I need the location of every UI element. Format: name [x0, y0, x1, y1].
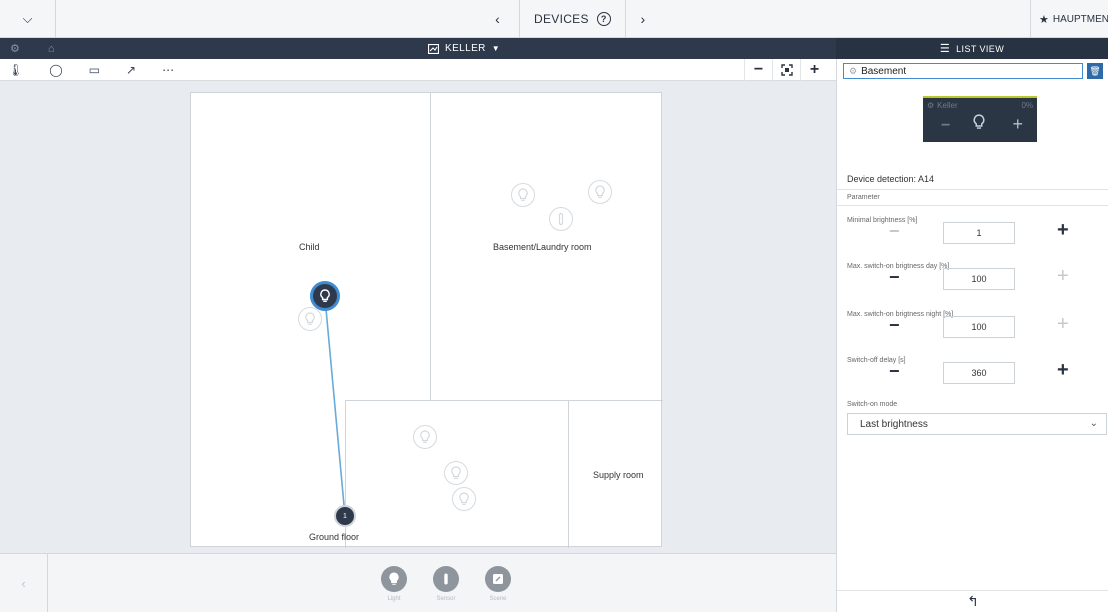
param-min-brightness: Minimal brightness [%] − 1 +: [847, 213, 1105, 253]
device-type-sensor[interactable]: Sensor: [430, 566, 462, 602]
chevron-down-icon: ⌄: [1089, 418, 1098, 429]
increase-button[interactable]: +: [1057, 313, 1069, 336]
device-type-light[interactable]: Light: [378, 566, 410, 602]
device-bulb-ghost[interactable]: [298, 307, 322, 331]
gear-icon: ⚙: [849, 65, 858, 76]
increase-button[interactable]: +: [1057, 359, 1069, 382]
tile-dim-down-button[interactable]: −: [941, 117, 950, 135]
param-switch-off-delay: Switch-off delay [s] − 360 +: [847, 353, 1105, 393]
bottom-bar: ‹ Light Sensor Scene: [0, 553, 836, 612]
star-icon: ★: [1039, 13, 1049, 26]
bulb-icon: [320, 289, 330, 302]
back-button[interactable]: ↰: [837, 590, 1108, 612]
chevron-left-icon[interactable]: ‹: [0, 554, 48, 612]
connection-line: [324, 297, 346, 517]
device-type-label: Sensor: [436, 596, 456, 602]
bulb-icon: [381, 566, 407, 592]
bulb-icon: [451, 466, 461, 479]
bulb-icon: [305, 312, 315, 325]
tile-percent: 0%: [1021, 101, 1033, 110]
favorite-button[interactable]: ★ HAUPTMEN: [1030, 0, 1108, 38]
bulb-icon: [420, 430, 430, 443]
device-type-scene[interactable]: Scene: [482, 566, 514, 602]
bulb-icon: [595, 185, 605, 198]
sensor-icon: [558, 212, 564, 226]
param-value[interactable]: 360: [943, 362, 1015, 384]
gear-icon: ⚙: [927, 101, 935, 110]
selected-device-bulb[interactable]: [310, 281, 340, 311]
bulb-icon: [972, 114, 986, 133]
device-bulb-ghost[interactable]: [588, 180, 612, 204]
room-label-ground-floor: Ground floor: [309, 532, 360, 542]
list-view-button[interactable]: ☰ LIST VIEW: [836, 38, 1108, 59]
room-label-child: Child: [299, 242, 320, 252]
device-type-label: Scene: [489, 596, 507, 602]
room-input[interactable]: ⚙ Basement: [843, 63, 1083, 79]
param-max-day: Max. switch-on brigtness day [%] − 100 +: [847, 259, 1105, 299]
divider: [837, 205, 1108, 206]
device-bulb-ghost[interactable]: [452, 487, 476, 511]
sensor-icon: [433, 566, 459, 592]
device-type-bar: Light Sensor Scene: [378, 566, 514, 602]
mode-label: Switch-on mode: [847, 401, 898, 408]
decrease-button[interactable]: −: [889, 361, 900, 382]
device-tile[interactable]: ⚙ Keller 0% − +: [923, 96, 1037, 142]
list-icon: ☰: [939, 43, 951, 55]
decrease-button[interactable]: −: [889, 315, 900, 336]
room-label-supply: Supply room: [593, 470, 644, 480]
floor-node-number: 1: [343, 512, 347, 520]
floor-node[interactable]: 1: [334, 505, 356, 527]
param-value[interactable]: 100: [943, 316, 1015, 338]
room-label-basement: Basement/Laundry room: [493, 242, 592, 252]
trash-icon[interactable]: 🗑: [1087, 63, 1103, 79]
decrease-button[interactable]: −: [889, 267, 900, 288]
bulb-icon: [459, 492, 469, 505]
switch-on-mode-select[interactable]: Last brightness ⌄: [847, 413, 1107, 435]
room-selector-row: ⚙ Basement 🗑: [843, 63, 1103, 79]
device-sensor-ghost[interactable]: [549, 207, 573, 231]
device-detection: Device detection: A14: [847, 174, 935, 184]
section-label: Parameter: [847, 194, 880, 201]
tile-title: ⚙ Keller: [927, 101, 958, 110]
tile-dim-up-button[interactable]: +: [1012, 114, 1023, 135]
back-arrow-icon: ↰: [967, 593, 979, 609]
decrease-button[interactable]: −: [889, 221, 900, 242]
param-value[interactable]: 100: [943, 268, 1015, 290]
device-bulb-ghost[interactable]: [413, 425, 437, 449]
favorite-label: HAUPTMEN: [1052, 13, 1108, 25]
device-bulb-ghost[interactable]: [444, 461, 468, 485]
increase-button[interactable]: +: [1057, 219, 1069, 242]
divider: [837, 189, 1108, 190]
list-view-label: LIST VIEW: [956, 43, 1005, 54]
device-bulb-ghost[interactable]: [511, 183, 535, 207]
tile-name: Keller: [937, 101, 958, 110]
device-type-label: Light: [387, 596, 401, 602]
increase-button[interactable]: +: [1057, 265, 1069, 288]
mode-value: Last brightness: [860, 418, 928, 430]
param-max-night: Max. switch-on brigtness night [%] − 100…: [847, 307, 1105, 347]
bulb-icon: [518, 188, 528, 201]
param-label: Max. switch-on brigtness night [%]: [847, 311, 954, 318]
param-label: Minimal brightness [%]: [847, 217, 918, 224]
scene-icon: [485, 566, 511, 592]
room-input-value: Basement: [861, 65, 907, 77]
device-panel: ⚙ Basement 🗑 ⚙ Keller 0% − + Device dete…: [836, 59, 1108, 612]
param-value[interactable]: 1: [943, 222, 1015, 244]
